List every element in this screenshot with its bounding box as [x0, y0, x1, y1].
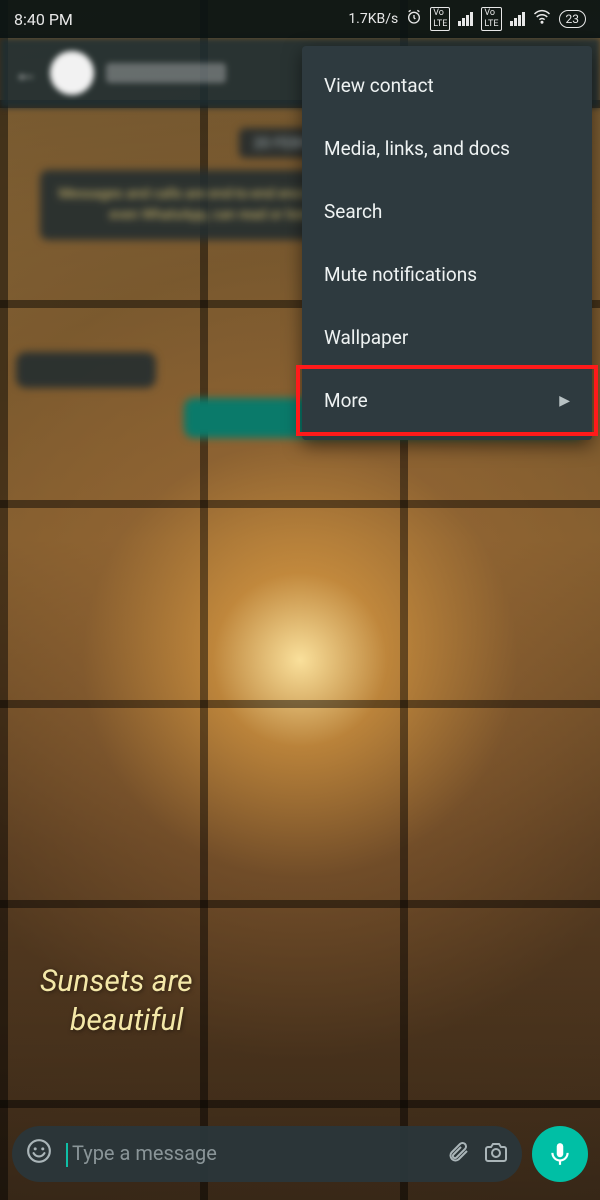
- battery-indicator: 23: [559, 10, 587, 28]
- signal-icon-1: [458, 12, 473, 26]
- wifi-icon: [533, 8, 551, 30]
- menu-item-label: Mute notifications: [324, 263, 477, 286]
- camera-icon[interactable]: [484, 1140, 508, 1168]
- status-net-speed: 1.7KB/s: [348, 11, 398, 27]
- menu-item-label: Search: [324, 200, 382, 223]
- volte-icon-2: VoLTE: [481, 7, 501, 31]
- menu-item-search[interactable]: Search: [302, 180, 592, 243]
- wallpaper-caption: Sunsets are beautiful: [40, 962, 193, 1040]
- emoji-icon[interactable]: [26, 1138, 52, 1170]
- message-input[interactable]: Type a message: [66, 1141, 432, 1167]
- menu-item-wallpaper[interactable]: Wallpaper: [302, 306, 592, 369]
- menu-item-label: Wallpaper: [324, 326, 408, 349]
- alarm-icon: [406, 9, 422, 29]
- chevron-right-icon: ▶: [559, 393, 570, 409]
- message-placeholder: Type a message: [72, 1141, 217, 1165]
- menu-item-more[interactable]: More ▶: [302, 369, 592, 432]
- options-dropdown: View contact Media, links, and docs Search…: [302, 46, 592, 440]
- wallpaper-caption-line: beautiful: [40, 1001, 193, 1040]
- menu-item-label: Media, links, and docs: [324, 137, 510, 160]
- status-bar: 8:40 PM 1.7KB/s VoLTE VoLTE 23: [0, 0, 600, 38]
- attachment-icon[interactable]: [446, 1140, 470, 1168]
- menu-item-label: View contact: [324, 74, 434, 97]
- message-input-container[interactable]: Type a message: [12, 1126, 522, 1182]
- message-bubble-incoming[interactable]: [16, 352, 156, 388]
- volte-icon-1: VoLTE: [430, 7, 450, 31]
- status-time: 8:40 PM: [14, 10, 73, 29]
- menu-item-media-links-and-docs[interactable]: Media, links, and docs: [302, 117, 592, 180]
- menu-item-mute-notifications[interactable]: Mute notifications: [302, 243, 592, 306]
- contact-name[interactable]: [106, 63, 226, 83]
- menu-item-view-contact[interactable]: View contact: [302, 54, 592, 117]
- text-cursor: [66, 1143, 68, 1167]
- contact-avatar[interactable]: [50, 51, 94, 95]
- signal-icon-2: [510, 12, 525, 26]
- voice-message-button[interactable]: [532, 1126, 588, 1182]
- menu-item-label: More: [324, 389, 368, 412]
- wallpaper-caption-line: Sunsets are: [40, 962, 193, 1001]
- input-bar: Type a message: [12, 1126, 588, 1182]
- back-arrow-icon[interactable]: ←: [14, 59, 38, 88]
